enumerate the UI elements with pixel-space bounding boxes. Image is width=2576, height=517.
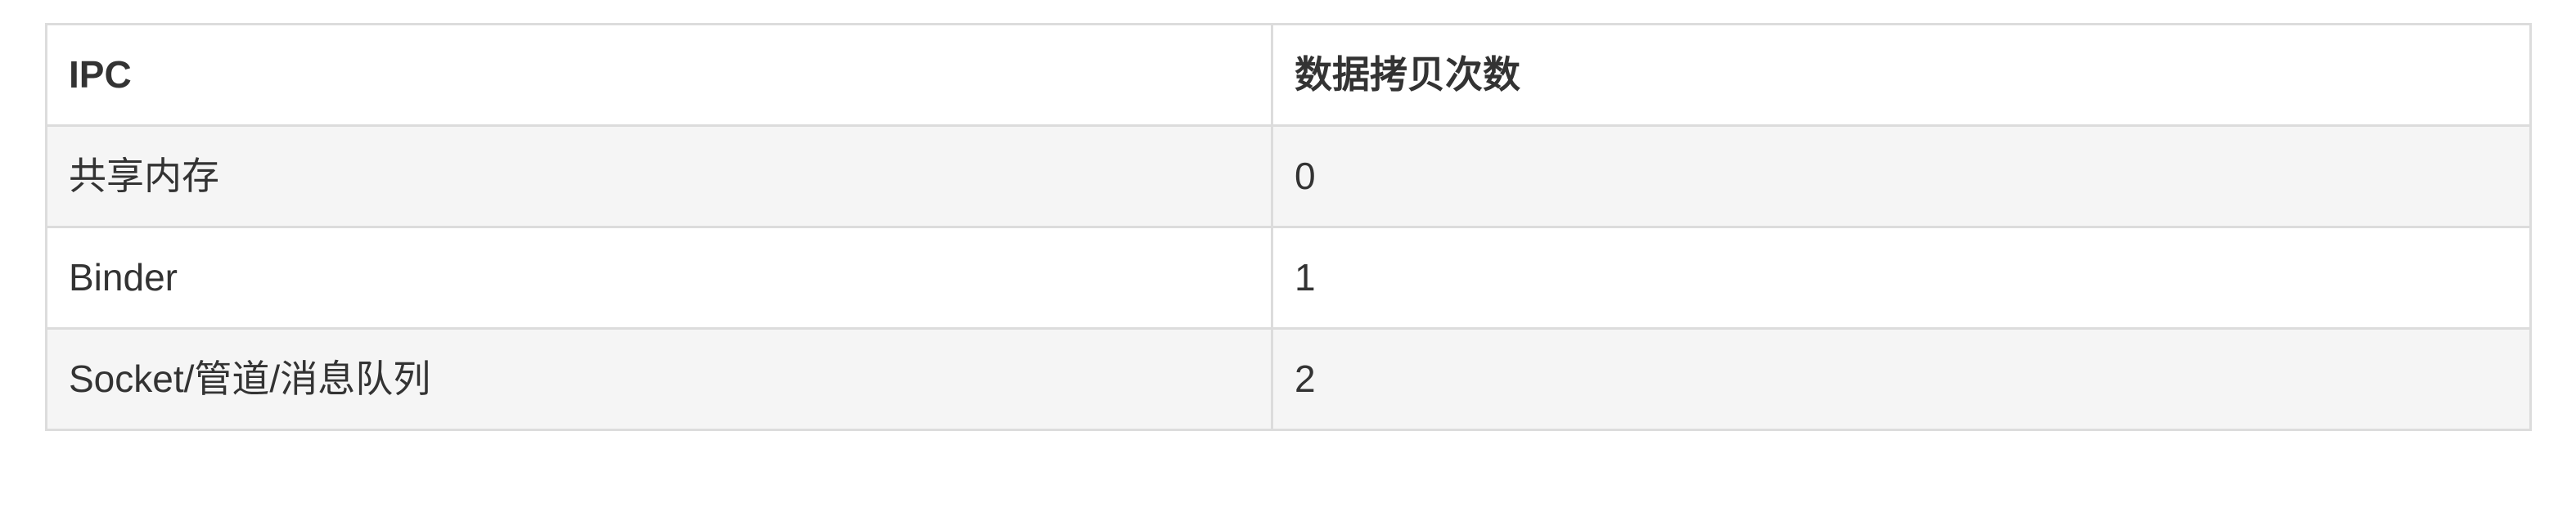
ipc-comparison-table-container: IPC 数据拷贝次数 共享内存 0 Binder 1 Socket/管道/消息队…	[45, 23, 2532, 431]
cell-copy-count: 0	[1271, 124, 2532, 228]
cell-ipc: Socket/管道/消息队列	[45, 327, 1273, 431]
ipc-comparison-table: IPC 数据拷贝次数 共享内存 0 Binder 1 Socket/管道/消息队…	[45, 23, 2532, 431]
cell-ipc: Binder	[45, 226, 1273, 330]
cell-copy-count: 2	[1271, 327, 2532, 431]
table-row: Socket/管道/消息队列 2	[45, 327, 2532, 431]
cell-ipc: 共享内存	[45, 124, 1273, 228]
cell-copy-count: 1	[1271, 226, 2532, 330]
header-copy-count: 数据拷贝次数	[1271, 23, 2532, 127]
table-header: IPC 数据拷贝次数	[45, 23, 2532, 127]
table-body: 共享内存 0 Binder 1 Socket/管道/消息队列 2	[45, 124, 2532, 431]
table-row: Binder 1	[45, 226, 2532, 330]
table-row: 共享内存 0	[45, 124, 2532, 228]
header-ipc: IPC	[45, 23, 1273, 127]
header-row: IPC 数据拷贝次数	[45, 23, 2532, 127]
